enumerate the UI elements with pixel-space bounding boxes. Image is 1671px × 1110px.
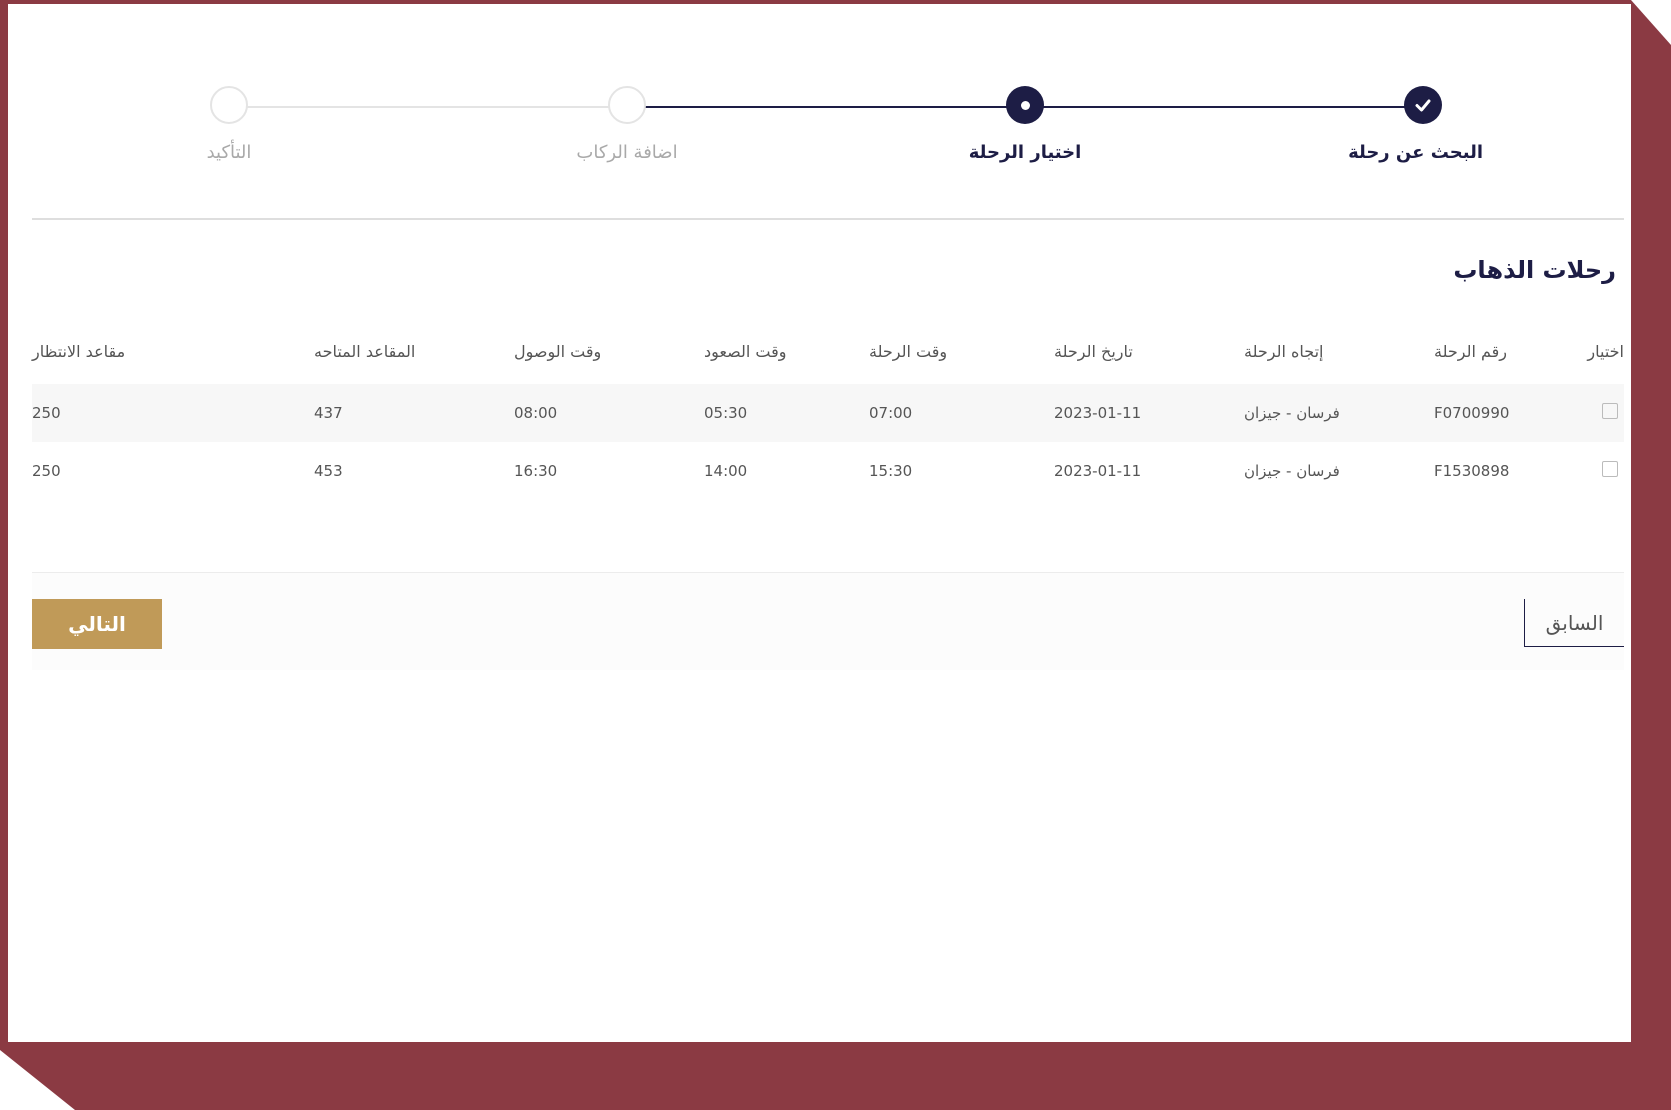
previous-button[interactable]: السابق	[1524, 599, 1624, 647]
dot-icon	[1020, 100, 1030, 110]
cell-available: 453	[314, 462, 343, 480]
booking-panel: البحث عن رحلة اختيار الرحلة اضافة الركاب…	[8, 4, 1631, 1042]
step-search-flight: البحث عن رحلة	[1348, 86, 1483, 163]
cell-direction: فرسان - جيزان	[1244, 462, 1340, 480]
cell-arrival: 16:30	[514, 462, 558, 480]
cell-arrival: 08:00	[514, 384, 704, 442]
cell-waiting: 250	[32, 462, 61, 480]
step-line-pending	[231, 106, 621, 108]
step-confirmation: التأكيد	[169, 86, 289, 163]
cell-date: 2023-01-11	[1054, 384, 1244, 442]
step-label: اختيار الرحلة	[968, 142, 1082, 163]
select-cell	[1574, 442, 1624, 500]
next-button[interactable]: التالي	[32, 599, 162, 649]
step-circle	[210, 86, 248, 124]
cell-boarding: 14:00	[704, 462, 748, 480]
section-title: رحلات الذهاب	[1453, 256, 1616, 284]
cell-time: 15:30	[869, 462, 913, 480]
header-boarding: وقت الصعود	[704, 341, 787, 361]
select-cell	[1574, 384, 1624, 442]
header-flight-number: رقم الرحلة	[1434, 341, 1508, 361]
cell-direction: فرسان - جيزان	[1244, 384, 1434, 442]
table-header-row: اختيار رقم الرحلة إتجاه الرحلة تاريخ الر…	[32, 336, 1624, 384]
header-date: تاريخ الرحلة	[1054, 341, 1133, 361]
step-label: التأكيد	[206, 142, 252, 163]
step-select-flight: اختيار الرحلة	[965, 86, 1085, 163]
header-waiting: مقاعد الانتظار	[32, 341, 126, 361]
cell-flight-number: F0700990	[1434, 384, 1574, 442]
header-time: وقت الرحلة	[869, 341, 948, 361]
cell-flight-number: F1530898	[1434, 462, 1510, 480]
header-direction: إتجاه الرحلة	[1244, 341, 1324, 361]
cell-waiting: 250	[32, 384, 314, 442]
progress-stepper: البحث عن رحلة اختيار الرحلة اضافة الركاب…	[32, 74, 1631, 184]
header-arrival: وقت الوصول	[514, 341, 602, 361]
step-label: اضافة الركاب	[576, 142, 678, 163]
table-row: F0700990 فرسان - جيزان 2023-01-11 07:00 …	[32, 384, 1624, 442]
step-circle	[1006, 86, 1044, 124]
cell-time: 07:00	[869, 384, 1054, 442]
step-add-passengers: اضافة الركاب	[567, 86, 687, 163]
header-available: المقاعد المتاحه	[314, 341, 416, 361]
step-circle	[608, 86, 646, 124]
select-checkbox[interactable]	[1602, 403, 1618, 419]
step-label: البحث عن رحلة	[1348, 142, 1483, 163]
flights-table: اختيار رقم الرحلة إتجاه الرحلة تاريخ الر…	[32, 336, 1624, 500]
cell-available: 437	[314, 384, 514, 442]
cell-date: 2023-01-11	[1054, 462, 1142, 480]
cell-boarding: 05:30	[704, 384, 869, 442]
section-divider	[32, 218, 1624, 220]
wizard-footer: التالي السابق	[32, 572, 1624, 670]
check-icon	[1415, 99, 1431, 112]
step-circle	[1404, 86, 1442, 124]
table-row: F1530898 فرسان - جيزان 2023-01-11 15:30 …	[32, 442, 1624, 500]
select-checkbox[interactable]	[1602, 461, 1618, 477]
header-select: اختيار	[1587, 341, 1624, 361]
